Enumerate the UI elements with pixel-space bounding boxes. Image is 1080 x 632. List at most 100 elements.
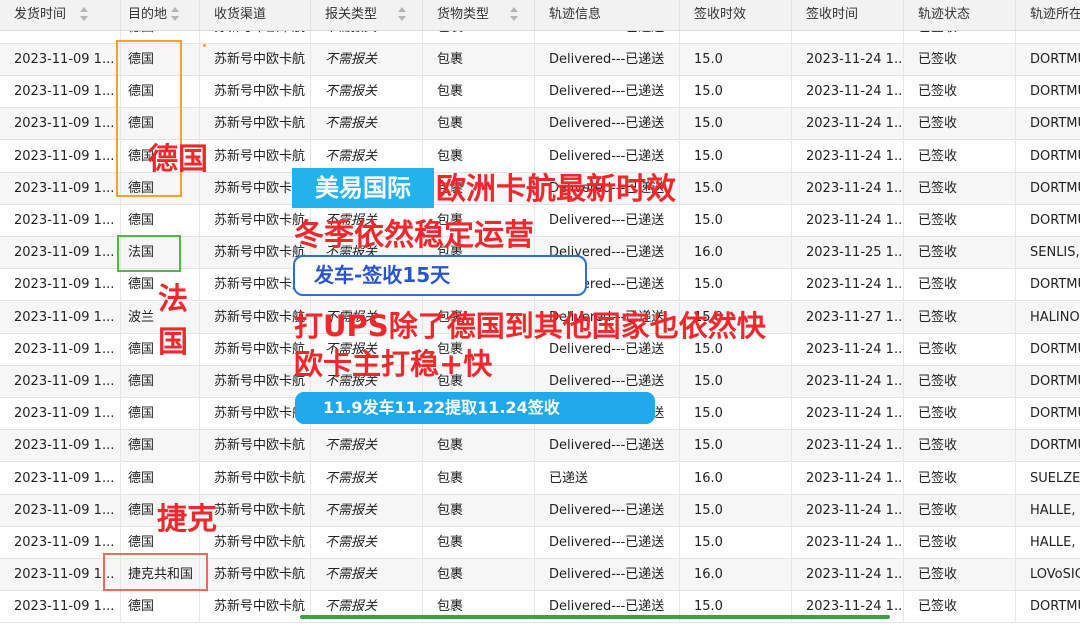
column-header-destination[interactable]: 目的地 <box>121 0 200 30</box>
column-header-delivery-days[interactable]: 签收时效 <box>680 0 792 30</box>
ups-comparison-text: 打UPS除了德国到其他国家也依然快 <box>294 309 766 343</box>
cell-tracking-info: Delivered---已递送 <box>535 527 680 559</box>
column-header-tracking-status[interactable]: 轨迹状态 <box>904 0 1016 30</box>
cell-channel: 苏新号中欧卡航 <box>200 44 311 76</box>
cell-tracking-location: SUELZETA <box>1016 463 1080 495</box>
column-header-tracking-location[interactable]: 轨迹所在地 <box>1016 0 1080 30</box>
table-row[interactable]: 2023-11-09 1...德国苏新号中欧卡航不需报关包裹Delivered-… <box>0 430 1080 463</box>
cell-cargo-type: 包裹 <box>423 44 535 76</box>
cell-tracking-location: HALLE, D <box>1016 527 1080 559</box>
cell-cargo-type: 包裹 <box>423 76 535 109</box>
cell-delivery-days: 15.0 <box>680 140 792 173</box>
cell-delivered-time: 2023-11-25 1... <box>792 237 904 270</box>
cell-tracking-status: 已签收 <box>904 172 1016 205</box>
cell-customs-type: 不需报关 <box>311 44 423 76</box>
cell-ship-time: 2023-11-09 1... <box>0 269 121 302</box>
cell-destination: 德国 <box>121 430 200 463</box>
cell-channel: 苏新号中欧卡航 <box>200 430 311 463</box>
cell-tracking-status: 已签收 <box>904 527 1016 559</box>
cell-tracking-info: Delivered---已递送 <box>535 494 680 527</box>
cell-tracking-location: SENLIS, F <box>1016 237 1080 269</box>
cell-delivery-days: 16.0 <box>680 559 792 592</box>
cell-delivered-time: 2023-11-24 1... <box>792 462 904 495</box>
cell-tracking-info: Delivered---已递送 <box>535 108 680 141</box>
cell-tracking-status: 已签收 <box>904 140 1016 173</box>
cell-ship-time: 2023-11-09 1... <box>0 31 121 43</box>
cell-delivery-days: 16.0 <box>680 237 792 270</box>
cell-delivered-time: 2023-11-24 1... <box>792 366 904 398</box>
cell-delivery-days: 15.0 <box>680 172 792 205</box>
table-row[interactable]: 2023-11-09 1... 德国 苏新号中欧卡航 不需报关 包裹 已递送 16.0 202… <box>0 462 1080 495</box>
cell-tracking-location: DORTMU <box>1016 591 1080 623</box>
cell-tracking-location: DORTMU <box>1016 141 1080 173</box>
czech-label: 捷克 <box>157 502 217 537</box>
column-header-delivered-time[interactable]: 签收时间 <box>792 0 904 30</box>
cell-customs-type: 不需报关 <box>311 108 423 141</box>
cell-delivered-time: 2023-11-24 1... <box>792 430 904 463</box>
column-header-channel[interactable]: 收货渠道 <box>200 0 311 30</box>
cell-tracking-location: DORTMU <box>1016 108 1080 140</box>
cell-delivery-days: 15.0 <box>680 494 792 527</box>
cell-customs-type: 不需报关 <box>311 430 423 463</box>
cell-tracking-info: Delivered---已递送 <box>535 559 680 592</box>
cell-tracking-info: Delivered---已递送 <box>535 430 680 463</box>
orange-dot <box>203 44 206 47</box>
cell-delivered-time: 2023-11-24 1... <box>792 269 904 302</box>
cell-cargo-type: 包裹 <box>423 559 535 592</box>
cell-tracking-location: HALLE, D <box>1016 495 1080 527</box>
cell-delivered-time: 2023-11-24 1... <box>792 172 904 205</box>
cell-tracking-info: Delivered---已递送 <box>535 31 680 43</box>
cell-tracking-info: Delivered---已递送 <box>535 44 680 76</box>
cell-channel: 苏新号中欧卡航 <box>200 31 311 43</box>
sort-icon[interactable] <box>80 7 89 23</box>
cell-channel: 苏新号中欧卡航 <box>200 76 311 109</box>
cell-ship-time: 2023-11-09 1... <box>0 462 121 495</box>
schedule-pill: 11.9发车11.22提取11.24签收 <box>295 392 655 424</box>
france-highlight-box <box>117 235 181 272</box>
cell-delivery-days: 15.0 <box>680 205 792 237</box>
cell-tracking-location: DORTMU <box>1016 398 1080 430</box>
cell-customs-type: 不需报关 <box>311 462 423 495</box>
cell-channel: 苏新号中欧卡航 <box>200 591 311 624</box>
winter-text: 冬季依然稳定运营 <box>294 218 534 253</box>
cell-delivered-time: 2023-11-24 1... <box>792 44 904 76</box>
column-header-ship-time[interactable]: 发货时间 <box>0 0 121 30</box>
cell-customs-type: 不需报关 <box>311 559 423 592</box>
cell-customs-type: 不需报关 <box>311 31 423 43</box>
cell-delivery-days: 16.0 <box>680 462 792 495</box>
cell-tracking-status: 已签收 <box>904 76 1016 109</box>
cell-delivered-time: 2023-11-24 1... <box>792 494 904 527</box>
cell-tracking-status: 已签收 <box>904 591 1016 624</box>
cell-tracking-location: DORTMU <box>1016 44 1080 76</box>
cell-tracking-status: 已签收 <box>904 237 1016 270</box>
cell-cargo-type: 包裹 <box>423 31 535 43</box>
cell-tracking-status: 已签收 <box>904 366 1016 398</box>
table-header: 发货时间目的地收货渠道报关类型货物类型轨迹信息签收时效签收时间轨迹状态轨迹所在地 <box>0 0 1080 31</box>
cell-cargo-type: 包裹 <box>423 494 535 527</box>
cell-tracking-location: DORTMU <box>1016 173 1080 205</box>
cell-tracking-location: LOVoSICE <box>1016 559 1080 591</box>
cell-delivered-time: 2023-11-24 1... <box>792 398 904 431</box>
cell-tracking-status: 已签收 <box>904 430 1016 463</box>
cell-channel: 苏新号中欧卡航 <box>200 559 311 592</box>
cell-tracking-info: 已递送 <box>535 462 680 495</box>
cell-delivery-days: 15.0 <box>680 31 792 43</box>
cell-ship-time: 2023-11-09 1... <box>0 333 121 366</box>
cell-cargo-type: 包裹 <box>423 430 535 463</box>
sort-icon[interactable] <box>171 7 180 23</box>
cell-ship-time: 2023-11-09 1... <box>0 366 121 398</box>
cell-ship-time: 2023-11-09 1... <box>0 591 121 624</box>
cell-ship-time: 2023-11-09 1... <box>0 398 121 431</box>
cell-delivered-time: 2023-11-24 1... <box>792 108 904 141</box>
cell-ship-time: 2023-11-09 1... <box>0 172 121 205</box>
cell-customs-type: 不需报关 <box>311 494 423 527</box>
cell-delivery-days: 15.0 <box>680 398 792 431</box>
cell-tracking-status: 已签收 <box>904 205 1016 237</box>
cell-tracking-location: DORTMU <box>1016 334 1080 366</box>
horizontal-scrollbar[interactable] <box>300 615 890 619</box>
france-label-bottom: 国 <box>158 325 188 360</box>
column-header-tracking-info[interactable]: 轨迹信息 <box>535 0 680 30</box>
cell-ship-time: 2023-11-09 1... <box>0 237 121 270</box>
sort-icon[interactable] <box>510 7 519 23</box>
sort-icon[interactable] <box>398 7 407 23</box>
